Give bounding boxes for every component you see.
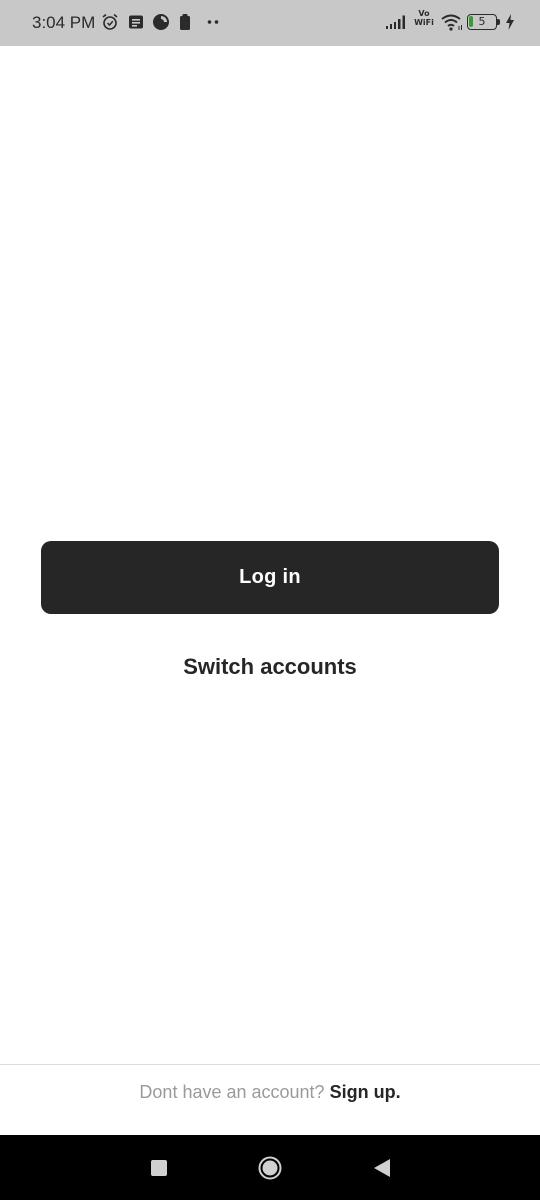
battery-tip <box>497 19 500 25</box>
data-saver-icon <box>153 14 169 30</box>
alarm-icon <box>102 13 118 30</box>
signal-icon <box>386 15 405 29</box>
home-icon[interactable] <box>258 1156 282 1180</box>
vowifi-line1: Vo <box>418 9 430 18</box>
recents-icon[interactable] <box>151 1160 167 1176</box>
signup-link[interactable]: Sign up. <box>330 1082 401 1102</box>
battery-level: 5 <box>478 15 486 28</box>
more-notifications-icon <box>207 20 219 24</box>
back-icon[interactable] <box>373 1158 391 1178</box>
clipboard-icon <box>180 14 190 30</box>
status-bar: 3:04 PM Vo WiFi 5 <box>0 0 540 46</box>
login-button[interactable]: Log in <box>41 541 499 614</box>
footer-divider <box>0 1064 540 1065</box>
status-time: 3:04 PM <box>32 13 96 32</box>
wifi-icon <box>441 14 462 31</box>
signup-prompt: Dont have an account? <box>139 1082 325 1102</box>
signup-row: Dont have an account? Sign up. <box>0 1082 540 1103</box>
vowifi-icon: Vo WiFi <box>413 9 435 27</box>
charging-icon <box>506 14 514 30</box>
vowifi-line2: WiFi <box>414 18 434 27</box>
switch-accounts-button[interactable]: Switch accounts <box>0 654 540 680</box>
message-icon <box>129 15 143 29</box>
navigation-bar <box>0 1135 540 1200</box>
battery-icon: 5 <box>467 14 497 30</box>
